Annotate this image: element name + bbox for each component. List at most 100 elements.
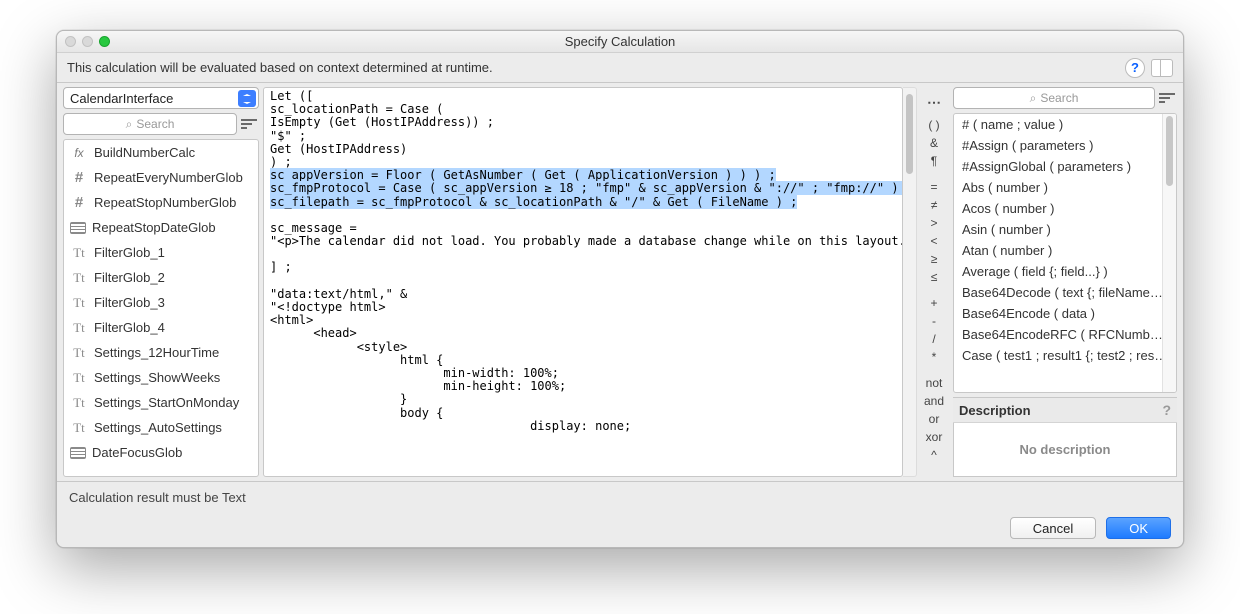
field-label: Settings_AutoSettings — [94, 420, 222, 435]
function-item[interactable]: Acos ( number ) — [954, 198, 1176, 219]
tt-icon: Tt — [70, 345, 88, 361]
function-item[interactable]: #Assign ( parameters ) — [954, 135, 1176, 156]
cancel-button[interactable]: Cancel — [1010, 517, 1096, 539]
fields-list[interactable]: fxBuildNumberCalc#RepeatEveryNumberGlob#… — [63, 139, 259, 477]
operator-=[interactable]: = — [917, 179, 951, 195]
fields-search-input[interactable]: ⌕ Search — [63, 113, 237, 135]
field-label: RepeatStopDateGlob — [92, 220, 216, 235]
footer: Calculation result must be Text Cancel O… — [57, 481, 1183, 547]
operator-≥[interactable]: ≥ — [917, 251, 951, 267]
operator-<[interactable]: < — [917, 233, 951, 249]
calculation-editor[interactable]: Let ([ sc_locationPath = Case ( IsEmpty … — [263, 87, 903, 477]
functions-scrollbar[interactable] — [1162, 114, 1176, 392]
field-item[interactable]: TtFilterGlob_2 — [64, 265, 258, 290]
operator-+[interactable]: + — [917, 295, 951, 311]
operator-xor[interactable]: xor — [917, 429, 951, 445]
tt-icon: Tt — [70, 245, 88, 261]
functions-list[interactable]: # ( name ; value )#Assign ( parameters )… — [953, 113, 1177, 393]
field-label: FilterGlob_3 — [94, 295, 165, 310]
operator-≤[interactable]: ≤ — [917, 269, 951, 285]
field-label: FilterGlob_4 — [94, 320, 165, 335]
field-item[interactable]: Tt FilterGlob_4 — [64, 315, 258, 340]
field-label: FilterGlob_2 — [94, 270, 165, 285]
operator-*[interactable]: * — [917, 349, 951, 365]
table-selector-value: CalendarInterface — [70, 91, 252, 106]
field-item[interactable]: Tt FilterGlob_1 — [64, 240, 258, 265]
field-label: FilterGlob_1 — [94, 245, 165, 260]
field-item[interactable]: fxBuildNumberCalc — [64, 140, 258, 165]
field-item[interactable]: Tt Settings_AutoSettings — [64, 415, 258, 440]
sidebar-toggle-icon[interactable] — [1151, 59, 1173, 77]
sort-icon[interactable] — [1159, 89, 1177, 107]
tt-icon: Tt — [70, 370, 88, 386]
search-icon: ⌕ — [126, 117, 133, 132]
operator-^[interactable]: ^ — [917, 447, 951, 463]
function-item[interactable]: Base64Decode ( text {; fileNameWithEx... — [954, 282, 1176, 303]
field-label: Settings_ShowWeeks — [94, 370, 220, 385]
function-item[interactable]: Base64Encode ( data ) — [954, 303, 1176, 324]
function-item[interactable]: # ( name ; value ) — [954, 114, 1176, 135]
description-help-icon[interactable]: ? — [1162, 402, 1171, 418]
function-item[interactable]: Asin ( number ) — [954, 219, 1176, 240]
field-item[interactable]: #RepeatEveryNumberGlob — [64, 165, 258, 190]
field-label: Settings_12HourTime — [94, 345, 219, 360]
function-item[interactable]: Base64EncodeRFC ( RFCNumber ; data ) — [954, 324, 1176, 345]
field-item[interactable]: #RepeatStopNumberGlob — [64, 190, 258, 215]
operator-not[interactable]: not — [917, 375, 951, 391]
ok-button[interactable]: OK — [1106, 517, 1171, 539]
function-item[interactable]: Average ( field {; field...} ) — [954, 261, 1176, 282]
main-area: CalendarInterface ⌕ Search fxBuildNumber… — [57, 83, 1183, 481]
hash-icon: # — [70, 169, 88, 186]
chevron-down-icon — [238, 90, 256, 107]
tt-icon: Tt — [70, 295, 88, 311]
context-text: This calculation will be evaluated based… — [67, 60, 493, 75]
fx-icon: fx — [70, 146, 88, 160]
function-item[interactable]: Atan ( number ) — [954, 240, 1176, 261]
function-item[interactable]: Case ( test1 ; result1 {; test2 ; result… — [954, 345, 1176, 366]
scroll-thumb[interactable] — [1166, 116, 1173, 186]
operator-¶[interactable]: ¶ — [917, 153, 951, 169]
search-icon: ⌕ — [1030, 91, 1037, 106]
functions-search-input[interactable]: ⌕ Search — [953, 87, 1155, 109]
description-box: Description ? No description — [953, 397, 1177, 477]
operator-/[interactable]: / — [917, 331, 951, 347]
operators-menu-icon[interactable]: ⋯ — [917, 91, 951, 113]
field-item[interactable]: RepeatStopDateGlob — [64, 215, 258, 240]
function-item[interactable]: #AssignGlobal ( parameters ) — [954, 156, 1176, 177]
operator-( )[interactable]: ( ) — [917, 117, 951, 133]
field-item[interactable]: Tt Settings_ShowWeeks — [64, 365, 258, 390]
traffic-lights — [65, 36, 110, 47]
dialog-window: Specify Calculation This calculation wil… — [56, 30, 1184, 548]
operator-or[interactable]: or — [917, 411, 951, 427]
date-icon — [70, 222, 86, 234]
operator-≠[interactable]: ≠ — [917, 197, 951, 213]
operator-spacer — [917, 171, 951, 177]
fields-pane: CalendarInterface ⌕ Search fxBuildNumber… — [57, 83, 263, 481]
description-body: No description — [953, 423, 1177, 477]
window-title: Specify Calculation — [57, 34, 1183, 49]
table-selector[interactable]: CalendarInterface — [63, 87, 259, 109]
operator-&[interactable]: & — [917, 135, 951, 151]
operator-and[interactable]: and — [917, 393, 951, 409]
zoom-dot[interactable] — [99, 36, 110, 47]
operator-spacer — [917, 287, 951, 293]
field-label: Settings_StartOnMonday — [94, 395, 239, 410]
function-item[interactable]: Abs ( number ) — [954, 177, 1176, 198]
field-item[interactable]: Tt FilterGlob_3 — [64, 290, 258, 315]
field-item[interactable]: DateFocusGlob — [64, 440, 258, 465]
editor-scrollbar[interactable] — [903, 87, 917, 477]
operator--[interactable]: - — [917, 313, 951, 329]
field-item[interactable]: TtSettings_StartOnMonday — [64, 390, 258, 415]
field-label: DateFocusGlob — [92, 445, 182, 460]
close-dot[interactable] — [65, 36, 76, 47]
minimize-dot[interactable] — [82, 36, 93, 47]
tt-icon: Tt — [70, 320, 88, 336]
scroll-thumb[interactable] — [906, 94, 913, 174]
help-button[interactable]: ? — [1125, 58, 1145, 78]
operator->[interactable]: > — [917, 215, 951, 231]
sort-icon[interactable] — [241, 115, 259, 133]
field-item[interactable]: Tt Settings_12HourTime — [64, 340, 258, 365]
field-label: RepeatStopNumberGlob — [94, 195, 236, 210]
date-icon — [70, 447, 86, 459]
tt-icon: Tt — [70, 420, 88, 436]
